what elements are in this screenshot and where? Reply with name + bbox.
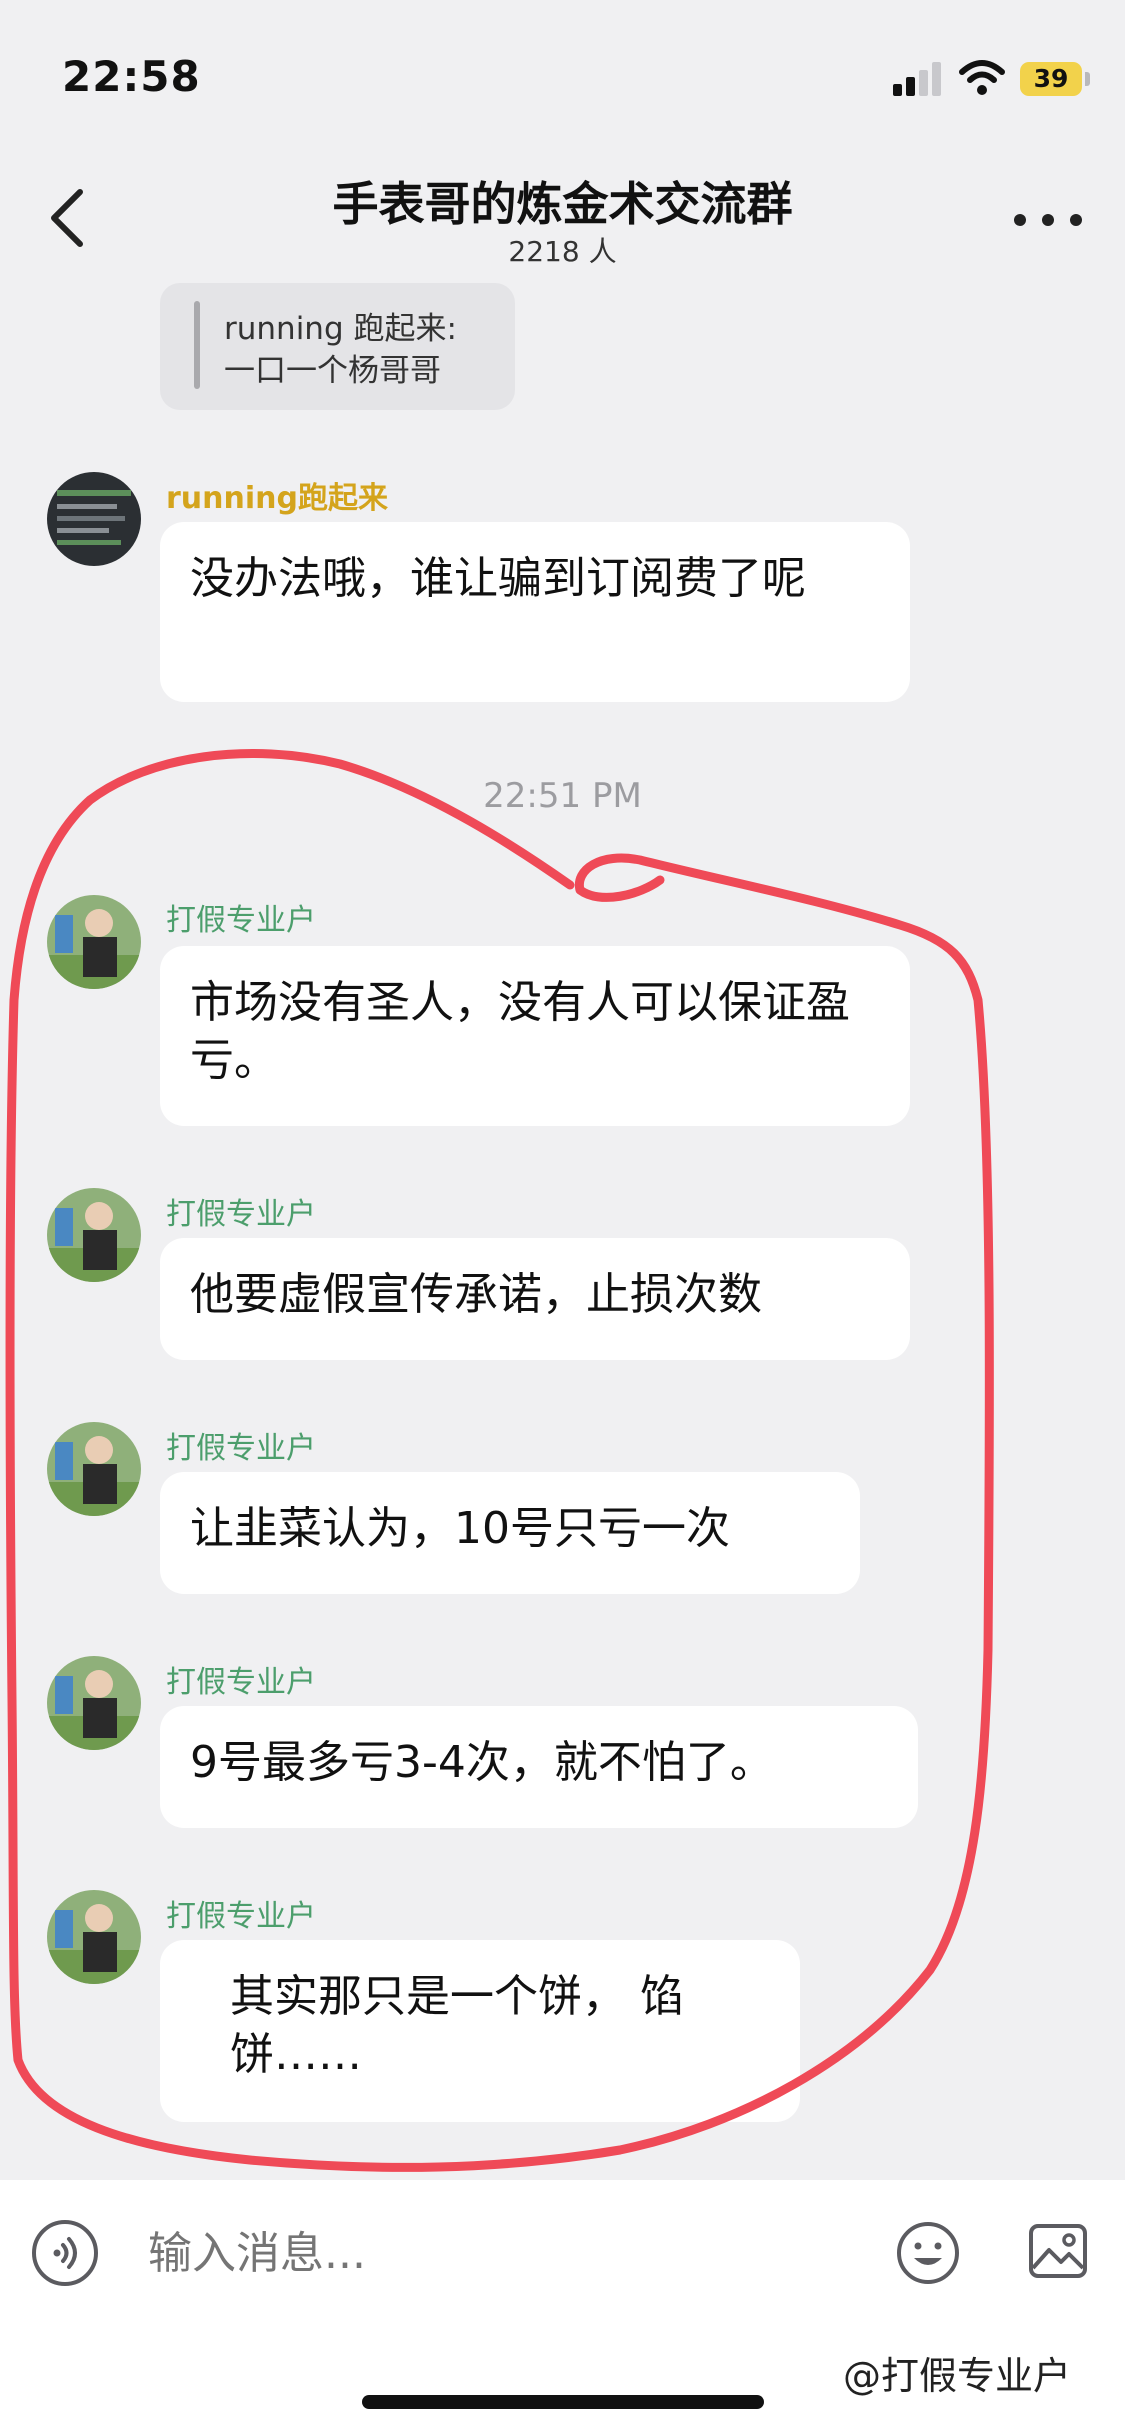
voice-icon[interactable] [32,2220,98,2286]
sender-name: 打假专业户 [166,1899,316,1934]
wifi-icon [958,58,1006,98]
signal-icon [893,62,943,96]
member-count: 2218 人 [508,235,617,268]
avatar[interactable] [47,895,141,989]
avatar[interactable] [47,1656,141,1750]
sender-name: 打假专业户 [166,1431,316,1466]
status-bar: 22:58 39 [0,0,1125,150]
quoted-reply[interactable]: running 跑起来: 一口一个杨哥哥 [160,283,515,410]
message-input[interactable] [148,2214,848,2294]
message-bubble[interactable]: 市场没有圣人，没有人可以保证盈亏。 [160,946,910,1126]
more-dots-icon[interactable] [1010,200,1086,240]
message-bubble[interactable]: 让韭菜认为，10号只亏一次 [160,1472,860,1594]
avatar[interactable] [47,1188,141,1282]
image-icon[interactable] [1027,2220,1089,2282]
avatar[interactable] [47,1422,141,1516]
sender-name: running跑起来 [166,481,388,516]
time-separator: 22:51 PM [483,776,642,816]
quote-bar [194,301,200,389]
emoji-icon[interactable] [895,2220,961,2286]
message-bubble[interactable]: 其实那只是一个饼， 馅饼…… [160,1940,800,2122]
watermark: @打假专业户 [843,2354,1072,2398]
message-bubble[interactable]: 9号最多亏3-4次，就不怕了。 [160,1706,918,1828]
quote-text: 一口一个杨哥哥 [224,353,441,389]
quote-author: running 跑起来: [224,311,457,347]
chat-title: 手表哥的炼金术交流群 [332,177,793,231]
sender-name: 打假专业户 [166,903,316,938]
battery-icon: 39 [1020,62,1082,96]
sender-name: 打假专业户 [166,1197,316,1232]
battery-cap [1085,72,1090,86]
avatar[interactable] [47,1890,141,1984]
message-bubble[interactable]: 他要虚假宣传承诺，止损次数 [160,1238,910,1360]
avatar[interactable] [47,472,141,566]
chat-header: 手表哥的炼金术交流群 2218 人 [0,150,1125,280]
status-time: 22:58 [62,52,201,101]
message-bubble[interactable]: 没办法哦，谁让骗到订阅费了呢 [160,522,910,702]
sender-name: 打假专业户 [166,1665,316,1700]
home-indicator[interactable] [362,2395,764,2409]
